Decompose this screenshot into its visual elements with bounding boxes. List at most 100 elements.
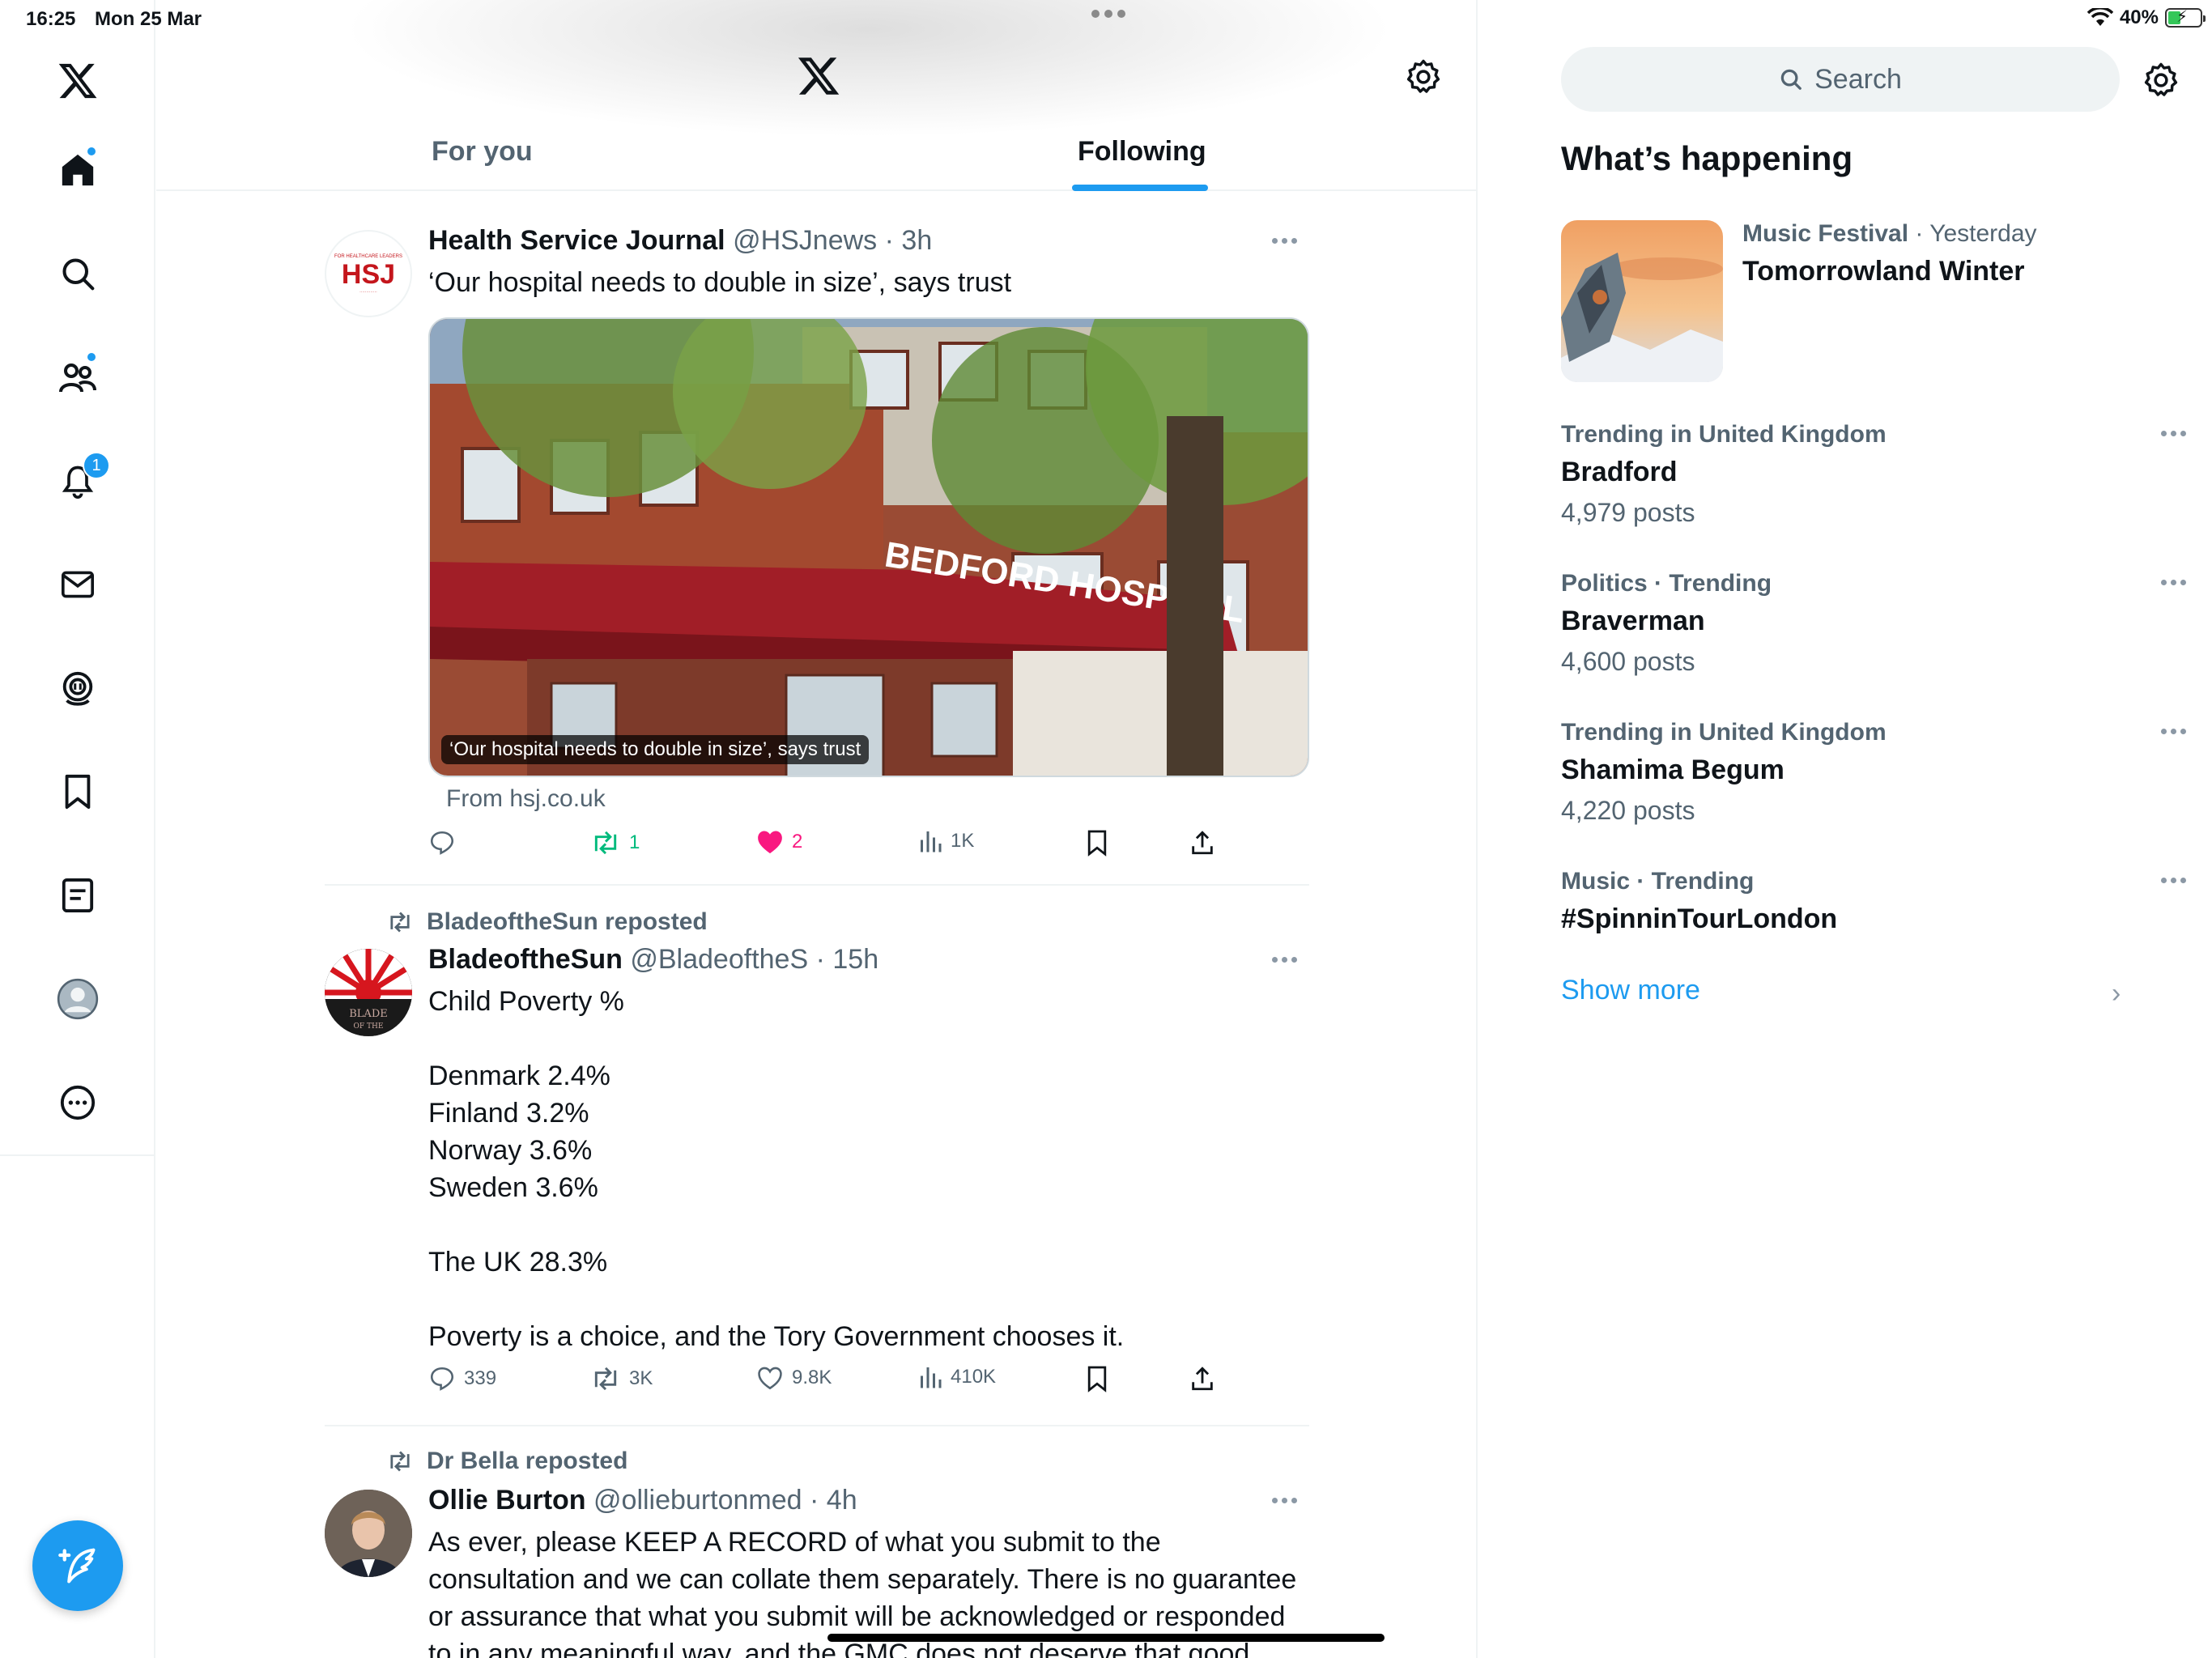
- timeline-settings-gear-icon[interactable]: [1405, 58, 1442, 96]
- notifications-badge: 1: [83, 452, 110, 479]
- featured-event[interactable]: Music Festival · Yesterday Tomorrowland …: [1561, 220, 2201, 382]
- repost-icon: [594, 831, 617, 855]
- right-sidebar: Search What’s happening Music Festival ·…: [1478, 0, 2212, 1658]
- trend-item[interactable]: Music · Trending #SpinninTourLondon: [1561, 868, 2201, 935]
- status-right: 40% ⚡: [2087, 6, 2206, 29]
- grok-spaces-icon[interactable]: [53, 664, 102, 712]
- communities-icon[interactable]: [53, 351, 102, 402]
- repost-attribution-text: BladeoftheSun reposted: [427, 908, 708, 935]
- trend-topic: Shamima Begum: [1561, 755, 1784, 785]
- whats-happening-title: What’s happening: [1561, 139, 1853, 177]
- like-button[interactable]: 2: [756, 829, 802, 855]
- trend-more-options[interactable]: [2161, 431, 2186, 436]
- bookmark-icon: [1087, 830, 1107, 857]
- author-handle[interactable]: @BladeoftheS: [630, 944, 808, 975]
- author-name[interactable]: BladeoftheSun: [428, 944, 623, 975]
- trend-meta: Politics · Trending: [1561, 570, 1772, 597]
- heart-filled-icon: [758, 831, 782, 854]
- post-time[interactable]: 3h: [901, 225, 932, 256]
- tab-following[interactable]: Following: [1078, 136, 1206, 168]
- trend-more-options[interactable]: [2161, 729, 2186, 734]
- wifi-icon: [2087, 8, 2113, 26]
- post-more-options[interactable]: [1272, 957, 1301, 967]
- post-time[interactable]: 15h: [832, 944, 878, 975]
- compose-button[interactable]: [32, 1520, 123, 1611]
- post-text: Child Poverty % Denmark 2.4% Finland 3.2…: [428, 986, 1125, 1352]
- trend-count: 4,220 posts: [1561, 796, 1695, 825]
- profile-avatar-icon[interactable]: [53, 975, 102, 1023]
- multitasking-dots[interactable]: [1091, 10, 1125, 18]
- search-input[interactable]: Search: [1561, 47, 2120, 112]
- views-button[interactable]: 1K: [918, 829, 974, 853]
- trend-item[interactable]: Trending in United Kingdom Shamima Begum…: [1561, 719, 2201, 826]
- trend-count: 4,979 posts: [1561, 498, 1695, 527]
- svg-text:·············: ·············: [359, 290, 377, 295]
- post-card[interactable]: BladeoftheSun reposted BLADE OF THE Blad…: [325, 886, 1309, 1426]
- author-handle[interactable]: @HSJnews: [733, 225, 877, 256]
- author-name[interactable]: Ollie Burton: [428, 1485, 586, 1516]
- home-icon[interactable]: [53, 146, 102, 194]
- bookmark-button[interactable]: [1086, 829, 1108, 857]
- repost-count: 1: [629, 831, 640, 853]
- repost-button[interactable]: 3K: [590, 1365, 653, 1392]
- communities-notification-dot: [86, 351, 97, 363]
- repost-attribution[interactable]: BladeoftheSun reposted: [386, 908, 708, 936]
- like-button[interactable]: 9.8K: [756, 1365, 832, 1391]
- trend-item[interactable]: Politics · Trending Braverman 4,600 post…: [1561, 570, 2201, 677]
- post-header: BladeoftheSun @BladeoftheS · 15h: [428, 944, 879, 975]
- repost-attribution-text: Dr Bella reposted: [427, 1448, 628, 1474]
- notifications-icon[interactable]: 1: [53, 452, 110, 505]
- reply-icon: [430, 831, 454, 855]
- post-time[interactable]: 4h: [827, 1485, 857, 1516]
- trend-more-options[interactable]: [2161, 580, 2186, 585]
- share-button[interactable]: [1189, 829, 1215, 857]
- explore-settings-gear-icon[interactable]: [2142, 62, 2180, 99]
- author-handle[interactable]: @ollieburtonmed: [593, 1485, 802, 1516]
- views-button[interactable]: 410K: [918, 1365, 996, 1389]
- search-placeholder: Search: [1814, 63, 1902, 95]
- status-date: Mon 25 Mar: [95, 8, 202, 30]
- x-header-logo-icon[interactable]: [796, 53, 841, 99]
- messages-icon[interactable]: [53, 560, 102, 609]
- nav-divider: [0, 1154, 155, 1156]
- author-name[interactable]: Health Service Journal: [428, 225, 725, 256]
- trend-topic: #SpinninTourLondon: [1561, 903, 1838, 934]
- battery-percent: 40%: [2119, 6, 2159, 28]
- post-more-options[interactable]: [1272, 1498, 1301, 1507]
- hospital-photo: BEDFORD HOSPITAL: [430, 319, 1308, 776]
- avatar[interactable]: BLADE OF THE: [325, 949, 412, 1036]
- repost-icon: [594, 1367, 617, 1391]
- lists-icon[interactable]: [53, 871, 102, 920]
- link-source[interactable]: From hsj.co.uk: [446, 785, 606, 813]
- avatar[interactable]: [325, 1490, 412, 1577]
- bookmarks-icon[interactable]: [53, 767, 102, 816]
- bookmark-button[interactable]: [1086, 1365, 1108, 1392]
- show-more-link[interactable]: Show more: [1561, 975, 1700, 1006]
- more-options-icon[interactable]: [53, 1078, 102, 1127]
- post-media-link-card[interactable]: BEDFORD HOSPITAL ‘Our hospital needs to …: [428, 317, 1309, 777]
- home-indicator[interactable]: [827, 1634, 1385, 1642]
- views-chart-icon: [921, 1367, 942, 1388]
- trend-item[interactable]: Trending in United Kingdom Bradford 4,97…: [1561, 421, 2201, 528]
- post-card[interactable]: FOR HEALTHCARE LEADERS HSJ ·············…: [325, 204, 1309, 886]
- main-timeline-column: For you Following FOR HEALTHCARE LEADERS…: [156, 0, 1478, 1658]
- x-logo-icon[interactable]: [53, 57, 102, 105]
- repost-button[interactable]: 1: [590, 829, 640, 857]
- post-header: Health Service Journal @HSJnews · 3h: [428, 225, 933, 256]
- reply-button[interactable]: [428, 829, 464, 857]
- compose-feather-icon: [58, 1548, 96, 1584]
- post-actions: 339 3K 9.8K 410K: [428, 1365, 1238, 1397]
- avatar[interactable]: FOR HEALTHCARE LEADERS HSJ ·············: [325, 230, 412, 317]
- repost-attribution[interactable]: Dr Bella reposted: [386, 1448, 627, 1475]
- trend-more-options[interactable]: [2161, 878, 2186, 883]
- post-more-options[interactable]: [1272, 238, 1301, 248]
- tab-for-you[interactable]: For you: [432, 136, 533, 168]
- search-nav-icon[interactable]: [53, 249, 102, 298]
- status-time: 16:25: [26, 8, 76, 30]
- search-icon: [1780, 69, 1802, 90]
- share-button[interactable]: [1189, 1365, 1215, 1392]
- featured-event-meta: Music Festival · Yesterday: [1742, 220, 2037, 247]
- post-card[interactable]: Dr Bella reposted Ollie Burton @olliebur…: [325, 1426, 1309, 1658]
- repost-count: 3K: [629, 1367, 653, 1389]
- reply-button[interactable]: 339: [428, 1365, 496, 1392]
